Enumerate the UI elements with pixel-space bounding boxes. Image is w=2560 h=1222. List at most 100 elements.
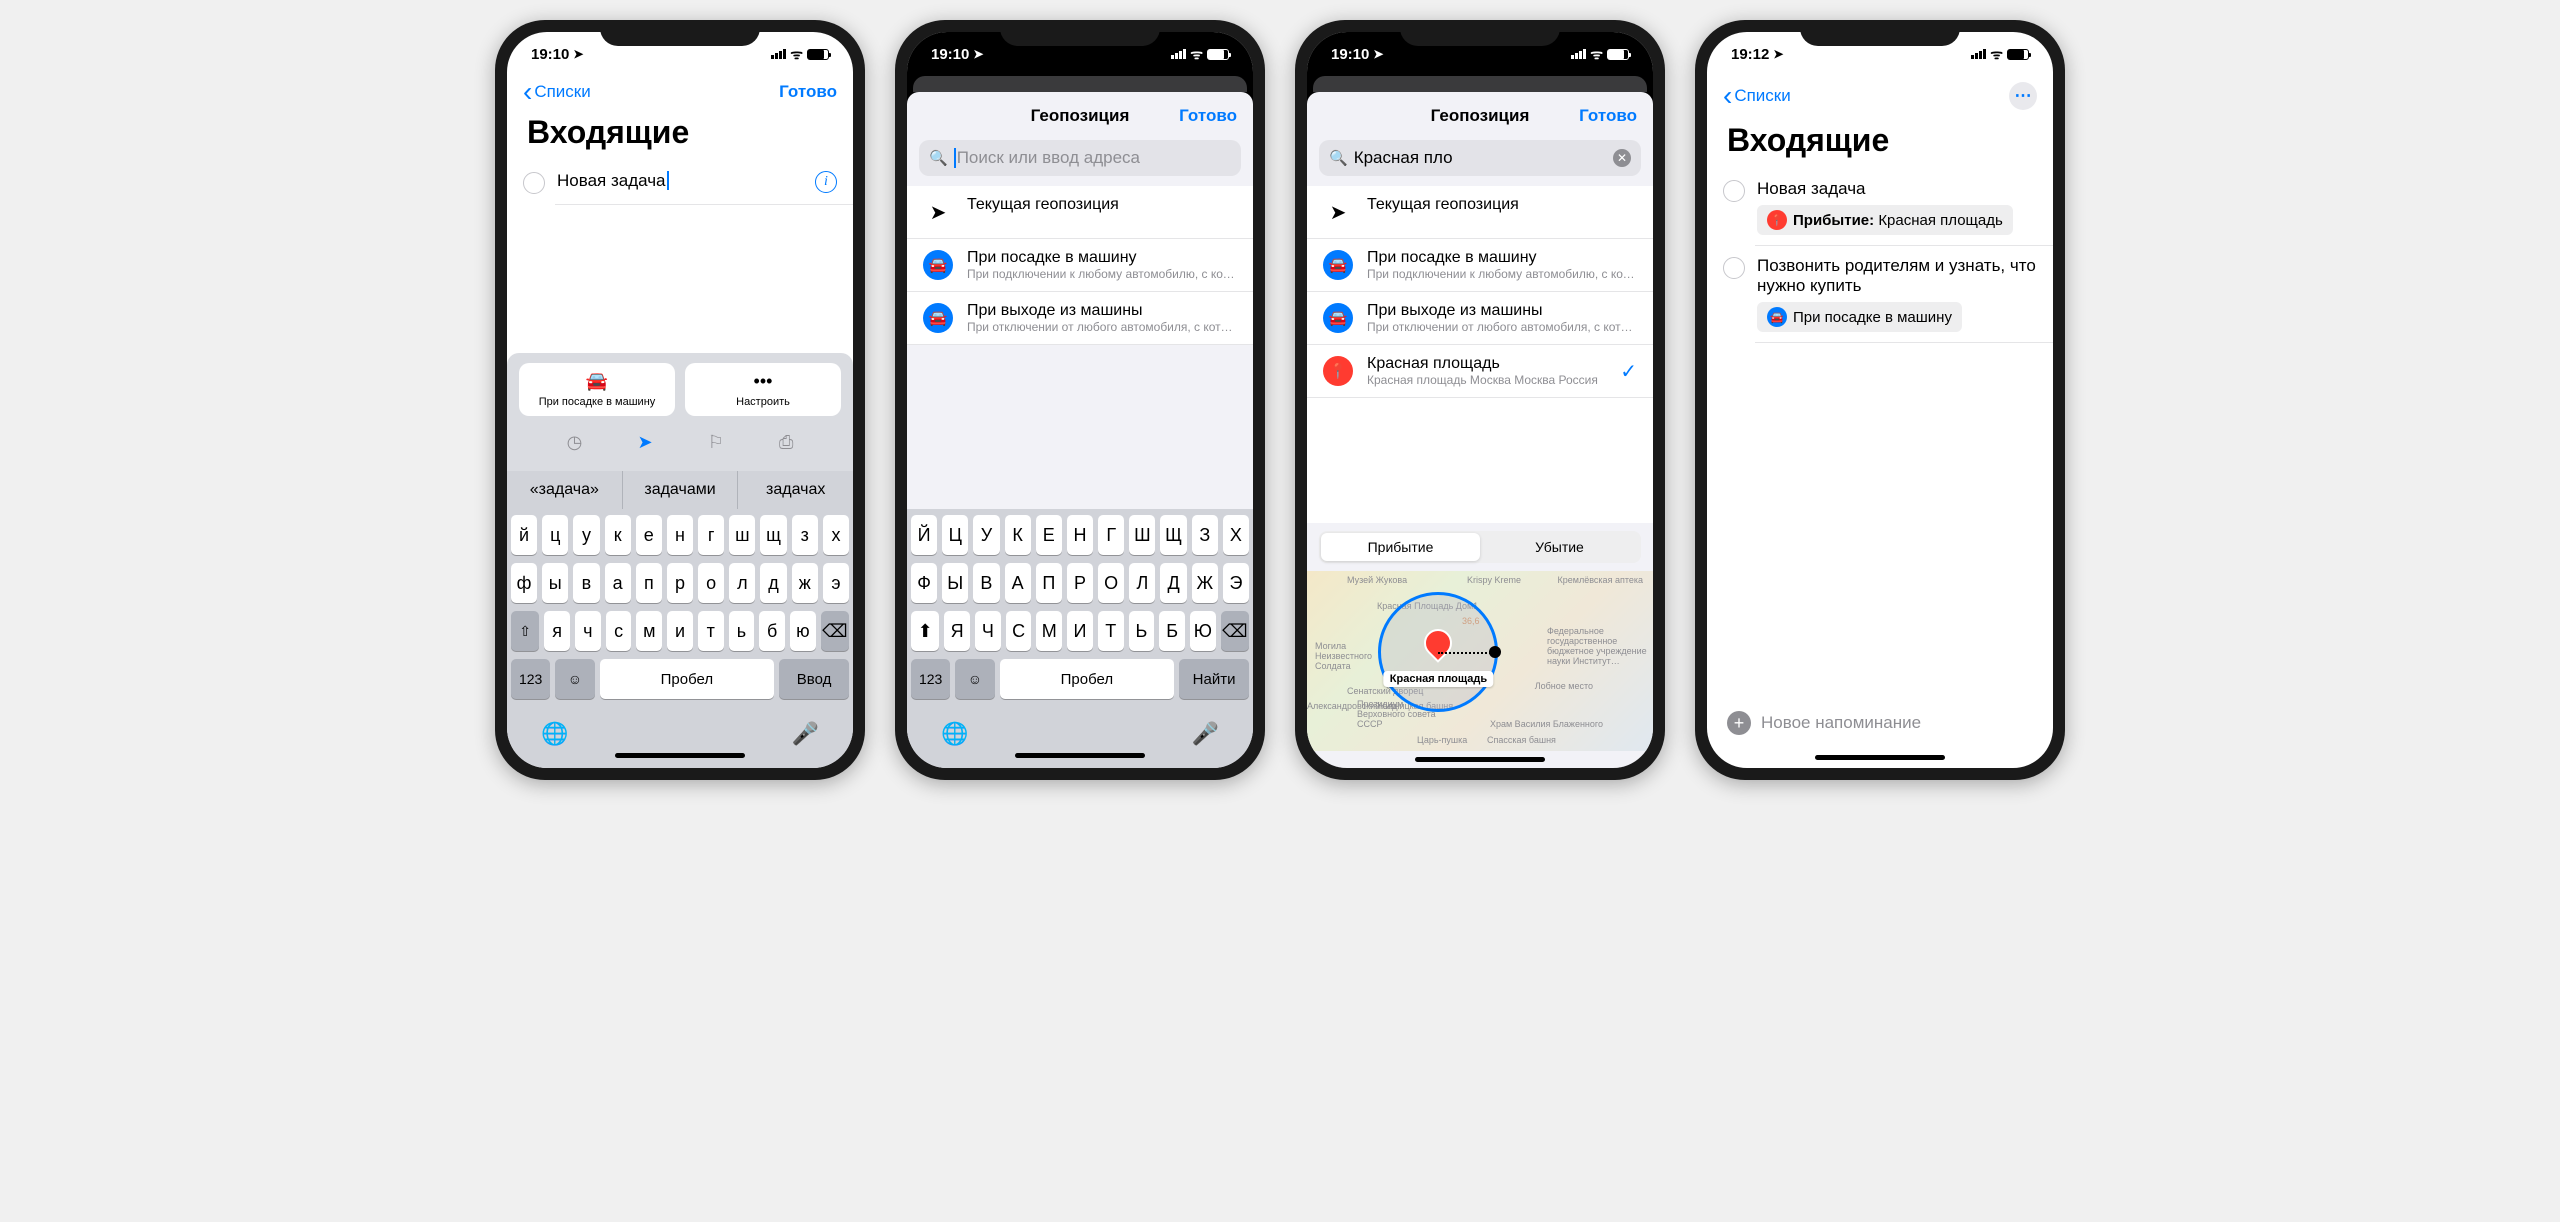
key-в[interactable]: в xyxy=(573,563,599,603)
shift-key[interactable]: ⇧ xyxy=(511,611,539,651)
key-я[interactable]: я xyxy=(544,611,570,651)
key-а[interactable]: а xyxy=(605,563,631,603)
key-Д[interactable]: Д xyxy=(1160,563,1186,603)
option-current-location[interactable]: ➤ Текущая геопозиция xyxy=(1307,186,1653,239)
home-indicator[interactable] xyxy=(1015,753,1145,758)
geofence-circle[interactable]: Красная площадь xyxy=(1378,592,1498,712)
key-о[interactable]: о xyxy=(698,563,724,603)
option-current-location[interactable]: ➤ Текущая геопозиция xyxy=(907,186,1253,239)
task-radio[interactable] xyxy=(1723,257,1745,279)
car-tag[interactable]: 🚘 При посадке в машину xyxy=(1757,302,1962,332)
tab-time-icon[interactable]: ◷ xyxy=(557,428,593,457)
key-Э[interactable]: Э xyxy=(1223,563,1249,603)
key-и[interactable]: и xyxy=(667,611,693,651)
home-indicator[interactable] xyxy=(1815,755,1945,760)
key-д[interactable]: д xyxy=(760,563,786,603)
key-ь[interactable]: ь xyxy=(729,611,755,651)
qt-suggestion[interactable]: задачами xyxy=(623,471,739,509)
key-И[interactable]: И xyxy=(1067,611,1093,651)
key-э[interactable]: э xyxy=(823,563,849,603)
location-tag[interactable]: 📍 Прибытие: Красная площадь xyxy=(1757,205,2013,235)
key-ц[interactable]: ц xyxy=(542,515,568,555)
enter-key[interactable]: Ввод xyxy=(779,659,849,699)
key-Й[interactable]: Й xyxy=(911,515,937,555)
key-Ж[interactable]: Ж xyxy=(1192,563,1218,603)
qt-suggestion[interactable]: задачах xyxy=(738,471,853,509)
key-В[interactable]: В xyxy=(973,563,999,603)
globe-icon[interactable]: 🌐 xyxy=(941,721,968,747)
emoji-key[interactable]: ☺ xyxy=(555,659,594,699)
key-т[interactable]: т xyxy=(698,611,724,651)
task-radio[interactable] xyxy=(523,172,545,194)
map[interactable]: Музей Жукова Krispy Kreme Кремлёвская ап… xyxy=(1307,571,1653,751)
key-п[interactable]: п xyxy=(636,563,662,603)
key-Р[interactable]: Р xyxy=(1067,563,1093,603)
space-key[interactable]: Пробел xyxy=(1000,659,1175,699)
option-car-enter[interactable]: 🚘 При посадке в машинуПри подключении к … xyxy=(907,239,1253,292)
clear-button[interactable]: ✕ xyxy=(1613,149,1631,167)
more-button[interactable]: ⋯ xyxy=(2009,82,2037,110)
back-button[interactable]: Списки xyxy=(1723,86,1791,106)
key-Я[interactable]: Я xyxy=(944,611,970,651)
mic-icon[interactable]: 🎤 xyxy=(1192,721,1219,747)
task-row[interactable]: Новая задача i xyxy=(507,161,853,204)
key-Ю[interactable]: Ю xyxy=(1190,611,1216,651)
key-П[interactable]: П xyxy=(1036,563,1062,603)
key-С[interactable]: С xyxy=(1006,611,1032,651)
option-car-enter[interactable]: 🚘 При посадке в машинуПри подключении к … xyxy=(1307,239,1653,292)
key-Ь[interactable]: Ь xyxy=(1129,611,1155,651)
key-г[interactable]: г xyxy=(698,515,724,555)
arrival-departure-segment[interactable]: Прибытие Убытие xyxy=(1319,531,1641,563)
key-М[interactable]: М xyxy=(1036,611,1062,651)
key-О[interactable]: О xyxy=(1098,563,1124,603)
key-Н[interactable]: Н xyxy=(1067,515,1093,555)
option-car-exit[interactable]: 🚘 При выходе из машиныПри отключении от … xyxy=(1307,292,1653,345)
key-щ[interactable]: щ xyxy=(760,515,786,555)
key-Ц[interactable]: Ц xyxy=(942,515,968,555)
key-й[interactable]: й xyxy=(511,515,537,555)
key-с[interactable]: с xyxy=(606,611,632,651)
segment-departure[interactable]: Убытие xyxy=(1480,533,1639,561)
key-Щ[interactable]: Щ xyxy=(1160,515,1186,555)
search-input[interactable]: Красная пло xyxy=(1354,148,1607,168)
home-indicator[interactable] xyxy=(615,753,745,758)
task-row[interactable]: Новая задача 📍 Прибытие: Красная площадь xyxy=(1707,169,2053,245)
key-ч[interactable]: ч xyxy=(575,611,601,651)
key-Х[interactable]: Х xyxy=(1223,515,1249,555)
space-key[interactable]: Пробел xyxy=(600,659,775,699)
key-Ш[interactable]: Ш xyxy=(1129,515,1155,555)
key-Т[interactable]: Т xyxy=(1098,611,1124,651)
suggestion-card-configure[interactable]: •••Настроить xyxy=(685,363,841,416)
key-Г[interactable]: Г xyxy=(1098,515,1124,555)
map-pin[interactable]: Красная площадь xyxy=(1378,592,1498,712)
key-х[interactable]: х xyxy=(823,515,849,555)
done-button[interactable]: Готово xyxy=(1179,106,1237,126)
key-з[interactable]: з xyxy=(792,515,818,555)
key-м[interactable]: м xyxy=(636,611,662,651)
backspace-key[interactable]: ⌫ xyxy=(1221,611,1249,651)
option-car-exit[interactable]: 🚘 При выходе из машиныПри отключении от … xyxy=(907,292,1253,345)
suggestion-card-car[interactable]: 🚘При посадке в машину xyxy=(519,363,675,416)
key-е[interactable]: е xyxy=(636,515,662,555)
key-Л[interactable]: Л xyxy=(1129,563,1155,603)
key-З[interactable]: З xyxy=(1192,515,1218,555)
key-Ф[interactable]: Ф xyxy=(911,563,937,603)
find-key[interactable]: Найти xyxy=(1179,659,1249,699)
task-row[interactable]: Позвонить родителям и узнать, что нужно … xyxy=(1707,246,2053,342)
search-box[interactable]: 🔍 xyxy=(919,140,1241,176)
qt-suggestion[interactable]: «задача» xyxy=(507,471,623,509)
search-box[interactable]: 🔍 Красная пло ✕ xyxy=(1319,140,1641,176)
key-Б[interactable]: Б xyxy=(1159,611,1185,651)
key-ю[interactable]: ю xyxy=(790,611,816,651)
backspace-key[interactable]: ⌫ xyxy=(821,611,849,651)
key-к[interactable]: к xyxy=(605,515,631,555)
numbers-key[interactable]: 123 xyxy=(511,659,550,699)
segment-arrival[interactable]: Прибытие xyxy=(1321,533,1480,561)
key-р[interactable]: р xyxy=(667,563,693,603)
tab-location-icon[interactable]: ➤ xyxy=(627,428,662,457)
globe-icon[interactable]: 🌐 xyxy=(541,721,568,747)
geofence-handle[interactable] xyxy=(1489,646,1501,658)
key-у[interactable]: у xyxy=(573,515,599,555)
home-indicator[interactable] xyxy=(1415,757,1545,762)
tab-flag-icon[interactable]: ⚐ xyxy=(698,428,734,457)
